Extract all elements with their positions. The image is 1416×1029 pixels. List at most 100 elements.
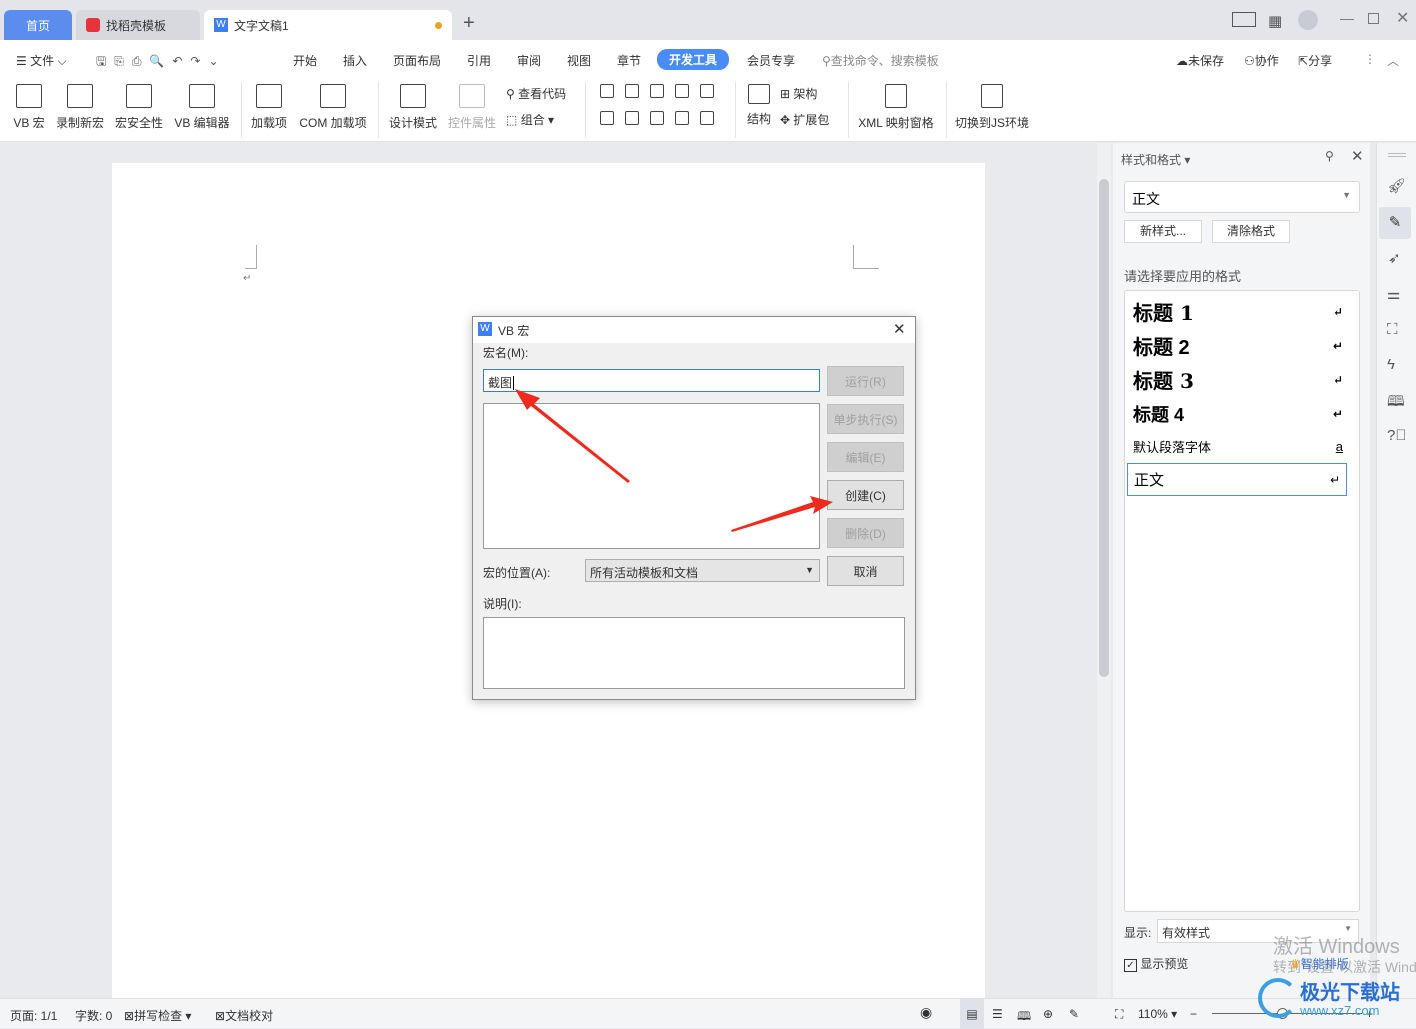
tab-templates[interactable]: 找稻壳模板	[76, 10, 200, 40]
dropdown-list-icon[interactable]	[625, 111, 639, 125]
avatar[interactable]	[1298, 10, 1318, 30]
menu-section[interactable]: 章节	[617, 52, 641, 69]
macro-security-button[interactable]: 宏安全性	[114, 84, 164, 131]
close-window-button[interactable]: ✕	[1396, 8, 1409, 28]
collab-button[interactable]: ⚇协作	[1244, 52, 1279, 69]
reading-view-icon[interactable]: 🕮︎	[1017, 1007, 1031, 1028]
style-heading-1[interactable]: 标题 1 ↵	[1133, 297, 1343, 326]
style-default-font[interactable]: 默认段落字体 a	[1133, 437, 1343, 456]
more-icon[interactable]: ⋮	[1364, 52, 1376, 66]
com-addins-button[interactable]: COM 加载项	[296, 84, 370, 131]
view-code-button[interactable]: ⚲ 查看代码	[506, 85, 566, 102]
style-heading-3[interactable]: 标题 3 ↵	[1133, 365, 1343, 394]
word-count[interactable]: 字数: 0	[75, 1007, 112, 1024]
location-select[interactable]: 所有活动模板和文档 ▼	[585, 559, 820, 582]
menu-layout[interactable]: 页面布局	[393, 52, 441, 69]
page-view-icon[interactable]: ▤	[960, 999, 984, 1029]
menu-member[interactable]: 会员专享	[747, 52, 795, 69]
design-mode-button[interactable]: 设计模式	[386, 84, 440, 131]
dialog-close-button[interactable]: ✕	[893, 320, 906, 338]
web-view-icon[interactable]: ⊕	[1043, 1007, 1053, 1021]
record-macro-button[interactable]: 录制新宏	[55, 84, 105, 131]
current-style-select[interactable]: 正文 ▼	[1124, 181, 1360, 213]
legacy-tools-icon[interactable]	[700, 111, 714, 125]
zoom-out-button[interactable]: −	[1190, 1007, 1197, 1021]
unsaved-button[interactable]: ☁未保存	[1176, 52, 1224, 69]
cursor-icon[interactable]: ➶	[1388, 249, 1401, 267]
clear-format-button[interactable]: 清除格式	[1212, 220, 1290, 243]
macro-list[interactable]	[483, 403, 820, 549]
menu-review[interactable]: 审阅	[517, 52, 541, 69]
style-heading-4[interactable]: 标题 4 ↵	[1133, 401, 1343, 427]
date-picker-icon[interactable]	[650, 111, 664, 125]
reading-mode-icon[interactable]	[1232, 12, 1256, 27]
new-style-button[interactable]: 新样式...	[1124, 220, 1202, 243]
menu-developer[interactable]: 开发工具	[657, 49, 730, 70]
smart-layout-button[interactable]: ♛智能排版	[1290, 955, 1349, 972]
collapse-ribbon-icon[interactable]: ︿	[1387, 52, 1399, 69]
new-tab-button[interactable]: +	[463, 12, 475, 35]
fit-page-icon[interactable]: ⛶	[1115, 1007, 1123, 1022]
step-into-button[interactable]: 单步执行(S)	[827, 404, 904, 434]
zoom-select[interactable]: 110% ▾	[1138, 1007, 1177, 1021]
combo-box-icon[interactable]	[600, 111, 614, 125]
drag-handle[interactable]	[1387, 153, 1406, 157]
menu-view[interactable]: 视图	[567, 52, 591, 69]
repeat-section-icon[interactable]	[675, 111, 689, 125]
schema-button[interactable]: ⊞ 架构	[780, 85, 817, 102]
lightning-icon[interactable]: ϟ	[1387, 356, 1395, 373]
eye-protection-icon[interactable]: ◉	[920, 1004, 932, 1021]
tab-home[interactable]: 首页	[4, 10, 72, 40]
vb-macro-button[interactable]: VB 宏	[10, 84, 48, 131]
rich-text-icon[interactable]	[625, 84, 639, 98]
picture-control-icon[interactable]	[650, 84, 664, 98]
cancel-button[interactable]: 取消	[827, 556, 904, 586]
scrollbar-thumb[interactable]	[1099, 179, 1109, 677]
tab-document[interactable]: W 文字文稿1	[204, 10, 452, 40]
macro-name-input[interactable]: 截图	[483, 369, 820, 392]
help-icon[interactable]: ?⃝	[1387, 427, 1407, 444]
expansion-pack-button[interactable]: ✥ 扩展包	[780, 111, 829, 128]
book-search-icon[interactable]: 🕮︎	[1387, 391, 1405, 416]
page-count[interactable]: 页面: 1/1	[10, 1007, 57, 1024]
preview-checkbox[interactable]: ✓ 显示预览	[1124, 955, 1188, 972]
sliders-icon[interactable]: ⚌	[1387, 285, 1400, 303]
checkbox-control-icon[interactable]	[700, 84, 714, 98]
create-button[interactable]: 创建(C)	[827, 480, 904, 510]
menu-insert[interactable]: 插入	[343, 52, 367, 69]
switch-js-button[interactable]: 切换到JS环境	[955, 84, 1029, 131]
minimize-button[interactable]: —	[1340, 10, 1354, 26]
addins-button[interactable]: 加载项	[248, 84, 290, 131]
edit-button[interactable]: 编辑(E)	[827, 442, 904, 472]
menu-start[interactable]: 开始	[293, 52, 317, 69]
grid-apps-icon[interactable]: ▦	[1268, 12, 1282, 30]
run-button[interactable]: 运行(R)	[827, 366, 904, 396]
maximize-button[interactable]	[1368, 13, 1379, 24]
building-block-icon[interactable]	[675, 84, 689, 98]
close-panel-icon[interactable]: ✕	[1351, 147, 1364, 165]
share-button[interactable]: ⇱分享	[1298, 52, 1332, 69]
image-tools-icon[interactable]: ⛶	[1387, 321, 1398, 338]
outline-view-icon[interactable]: ☰	[992, 1007, 1003, 1021]
structure-button[interactable]: 结构	[744, 84, 774, 127]
style-brush-icon[interactable]: ✎	[1379, 207, 1411, 239]
delete-button[interactable]: 删除(D)	[827, 518, 904, 548]
xml-pane-button[interactable]: XML 映射窗格	[856, 84, 936, 131]
command-search[interactable]: ⚲查找命令、搜索模板	[822, 52, 939, 69]
rocket-icon[interactable]: 🚀︎	[1387, 177, 1406, 195]
pin-icon[interactable]: ⚲	[1325, 149, 1334, 163]
file-menu[interactable]: ☰ 文件 ⌵	[16, 52, 67, 69]
menu-references[interactable]: 引用	[467, 52, 491, 69]
dialog-title: VB 宏	[498, 324, 530, 338]
panel-title[interactable]: 样式和格式 ▾	[1121, 151, 1190, 168]
proofread-button[interactable]: ⊠文档校对	[215, 1007, 273, 1024]
style-heading-2[interactable]: 标题 2 ↵	[1133, 331, 1343, 360]
write-mode-icon[interactable]: ✎	[1069, 1007, 1079, 1021]
text-control-icon[interactable]	[600, 84, 614, 98]
quick-access-toolbar[interactable]: 🖫⎘⎙🔍↶↷⌄	[96, 52, 227, 73]
spell-check-button[interactable]: ⊠拼写检查 ▾	[124, 1007, 191, 1024]
group-button[interactable]: ⬚ 组合 ▾	[506, 111, 554, 128]
vertical-scrollbar[interactable]	[1097, 143, 1111, 998]
style-normal-selected[interactable]: 正文 ↵	[1127, 463, 1347, 496]
vb-editor-button[interactable]: VB 编辑器	[172, 84, 232, 131]
